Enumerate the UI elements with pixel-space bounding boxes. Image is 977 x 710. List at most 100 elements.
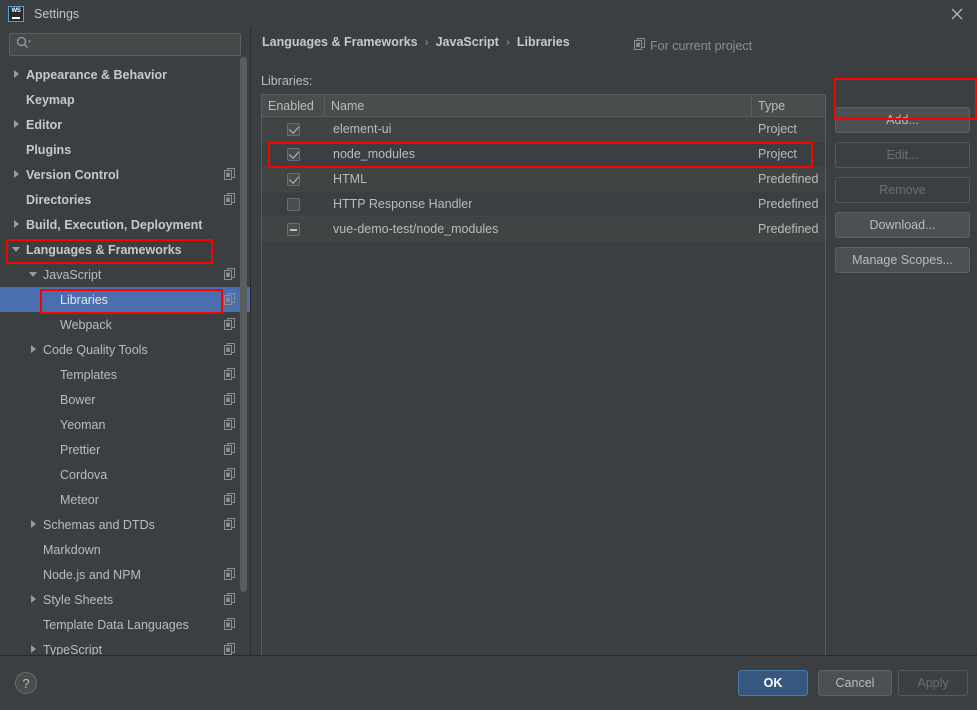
enabled-checkbox[interactable]: [287, 222, 300, 236]
chevron-right-icon[interactable]: [29, 519, 40, 530]
sidebar-item-label: Webpack: [60, 317, 112, 332]
project-scope-icon: [224, 168, 236, 180]
column-header-type[interactable]: Type: [752, 95, 825, 116]
sidebar-item-label: Directories: [26, 192, 92, 207]
sidebar-item-markdown[interactable]: Markdown: [0, 537, 250, 562]
chevron-right-icon[interactable]: [29, 344, 40, 355]
project-scope-icon: [224, 193, 236, 205]
close-icon[interactable]: [947, 4, 967, 24]
chevron-right-icon[interactable]: [29, 644, 40, 655]
chevron-down-icon[interactable]: [29, 269, 40, 280]
sidebar-item-bower[interactable]: Bower: [0, 387, 250, 412]
table-row[interactable]: node_modules Project: [262, 142, 825, 167]
sidebar-item-build-execution-deployment[interactable]: Build, Execution, Deployment: [0, 212, 250, 237]
breadcrumb-item-0[interactable]: Languages & Frameworks: [262, 35, 418, 49]
sidebar-item-editor[interactable]: Editor: [0, 112, 250, 137]
download-button[interactable]: Download...: [835, 212, 970, 238]
project-scope-icon: [224, 518, 236, 530]
dialog-footer: ? OK Cancel Apply: [0, 655, 977, 710]
enabled-checkbox[interactable]: [287, 147, 300, 161]
project-scope-icon: [224, 368, 236, 380]
cell-library-type: Predefined: [758, 222, 819, 236]
sidebar-item-cordova[interactable]: Cordova: [0, 462, 250, 487]
ok-button[interactable]: OK: [738, 670, 808, 696]
remove-button: Remove: [835, 177, 970, 203]
sidebar-item-label: Appearance & Behavior: [26, 67, 168, 82]
chevron-right-icon[interactable]: [12, 69, 23, 80]
sidebar-item-label: Cordova: [60, 467, 108, 482]
project-scope-icon: [634, 38, 646, 53]
sidebar-item-javascript[interactable]: JavaScript: [0, 262, 250, 287]
libraries-table-panel: Enabled Name Type element-ui Project node_…: [261, 94, 826, 679]
project-scope-icon: [224, 568, 236, 580]
webstorm-logo-text: WS: [11, 7, 21, 14]
chevron-right-icon[interactable]: [12, 119, 23, 130]
sidebar-item-node-js-and-npm[interactable]: Node.js and NPM: [0, 562, 250, 587]
sidebar-item-appearance-behavior[interactable]: Appearance & Behavior: [0, 62, 250, 87]
cell-enabled: [262, 147, 325, 161]
enabled-checkbox[interactable]: [287, 172, 300, 186]
project-scope-icon: [224, 268, 236, 280]
sidebar-item-template-data-languages[interactable]: Template Data Languages: [0, 612, 250, 637]
sidebar-item-label: Keymap: [26, 92, 75, 107]
sidebar-item-label: Templates: [60, 367, 117, 382]
sidebar-item-label: Languages & Frameworks: [26, 242, 182, 257]
sidebar-item-prettier[interactable]: Prettier: [0, 437, 250, 462]
sidebar-item-label: Markdown: [43, 542, 101, 557]
manage-scopes-button[interactable]: Manage Scopes...: [835, 247, 970, 273]
column-header-name[interactable]: Name: [325, 95, 752, 116]
sidebar-item-plugins[interactable]: Plugins: [0, 137, 250, 162]
sidebar-item-label: Meteor: [60, 492, 99, 507]
table-row[interactable]: vue-demo-test/node_modules Predefined: [262, 217, 825, 242]
cancel-button[interactable]: Cancel: [818, 670, 892, 696]
sidebar-item-templates[interactable]: Templates: [0, 362, 250, 387]
table-header-row: Enabled Name Type: [262, 95, 825, 117]
sidebar-item-directories[interactable]: Directories: [0, 187, 250, 212]
enabled-checkbox[interactable]: [287, 197, 300, 211]
search-box[interactable]: [9, 33, 241, 56]
sidebar-item-libraries[interactable]: Libraries: [0, 287, 250, 312]
sidebar-item-style-sheets[interactable]: Style Sheets: [0, 587, 250, 612]
help-button[interactable]: ?: [15, 672, 37, 694]
chevron-down-icon[interactable]: [12, 244, 23, 255]
project-scope-icon: [224, 293, 236, 305]
sidebar-item-label: JavaScript: [43, 267, 102, 282]
cell-library-name: HTTP Response Handler: [333, 197, 473, 211]
enabled-checkbox[interactable]: [287, 122, 300, 136]
project-scope-icon: [224, 418, 236, 430]
table-row[interactable]: HTTP Response Handler Predefined: [262, 192, 825, 217]
sidebar-item-schemas-and-dtds[interactable]: Schemas and DTDs: [0, 512, 250, 537]
sidebar-item-languages-frameworks[interactable]: Languages & Frameworks: [0, 237, 250, 262]
project-scope-icon: [224, 618, 236, 630]
add-button[interactable]: Add...: [835, 107, 970, 133]
sidebar-item-keymap[interactable]: Keymap: [0, 87, 250, 112]
project-scope-icon: [224, 443, 236, 455]
sidebar-item-typescript[interactable]: TypeScript: [0, 637, 250, 655]
table-row[interactable]: HTML Predefined: [262, 167, 825, 192]
project-scope-icon: [224, 343, 236, 355]
search-input[interactable]: [34, 37, 240, 52]
column-header-enabled[interactable]: Enabled: [262, 95, 325, 116]
chevron-right-icon[interactable]: [12, 219, 23, 230]
scope-indicator: For current project: [634, 38, 752, 53]
sidebar-item-label: Bower: [60, 392, 96, 407]
breadcrumb-item-1[interactable]: JavaScript: [436, 35, 499, 49]
cell-library-type: Predefined: [758, 197, 819, 211]
sidebar-item-version-control[interactable]: Version Control: [0, 162, 250, 187]
sidebar-scrollbar[interactable]: [240, 57, 247, 592]
sidebar-item-label: TypeScript: [43, 642, 103, 656]
sidebar-item-yeoman[interactable]: Yeoman: [0, 412, 250, 437]
webstorm-logo-icon: WS: [8, 5, 24, 22]
chevron-right-icon[interactable]: [29, 594, 40, 605]
table-row[interactable]: element-ui Project: [262, 117, 825, 142]
apply-button: Apply: [898, 670, 968, 696]
sidebar-item-meteor[interactable]: Meteor: [0, 487, 250, 512]
sidebar-item-webpack[interactable]: Webpack: [0, 312, 250, 337]
cell-library-name: element-ui: [333, 122, 392, 136]
chevron-right-icon[interactable]: [12, 169, 23, 180]
sidebar-item-code-quality-tools[interactable]: Code Quality Tools: [0, 337, 250, 362]
